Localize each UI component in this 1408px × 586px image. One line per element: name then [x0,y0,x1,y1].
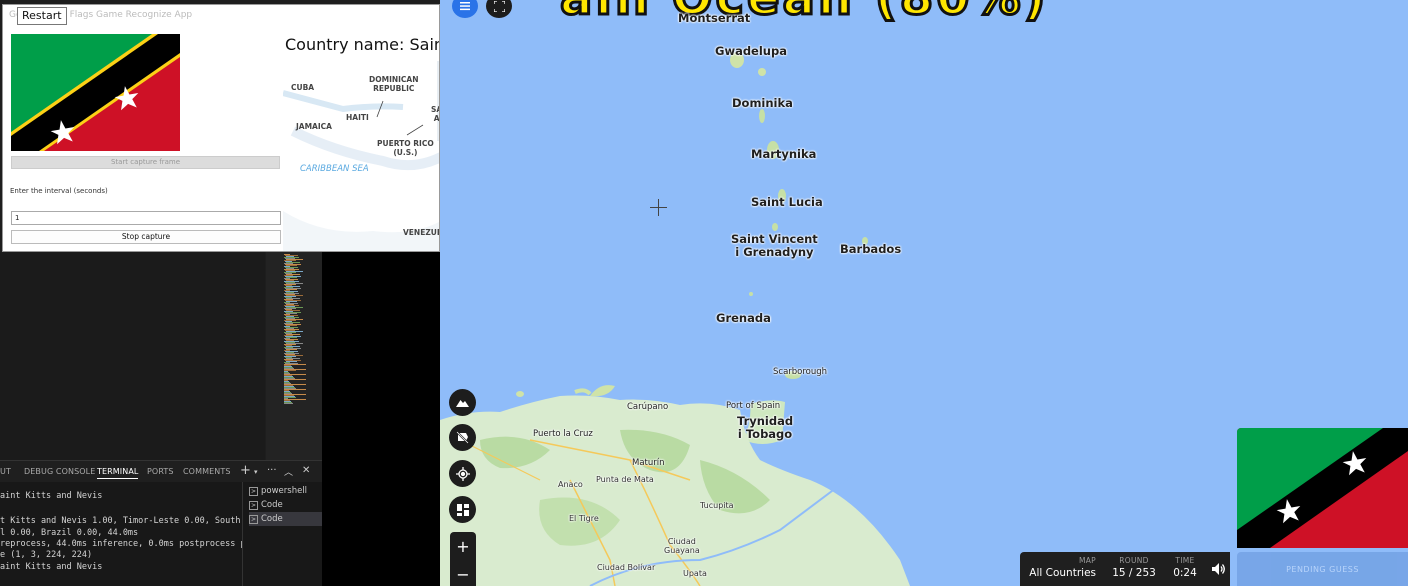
tab-terminal[interactable]: TERMINAL [97,467,139,479]
map-label-scarborough: Scarborough [773,367,828,377]
info-map-value: All Countries [1029,567,1096,579]
map-label-puerto-rico: PUERTO RICO (U.S.) [377,139,434,157]
volume-icon[interactable] [1206,552,1230,586]
blank-area [322,460,440,586]
info-time: TIME 0:24 [1168,556,1202,579]
info-time-label: TIME [1175,556,1195,565]
info-round-label: ROUND [1119,556,1149,565]
map-label-maturin: Maturín [632,458,665,468]
map-label-jamaica: JAMAICA [296,122,332,131]
map-label-montserrat: Montserrat [678,11,751,25]
interval-label: Enter the interval (seconds) [10,187,108,195]
map-label-caribbean-sea: CARIBBEAN SEA [300,164,369,174]
editor-minimap[interactable] [266,252,322,460]
terminal-line: e (1, 3, 224, 224) [0,550,93,560]
info-time-value: 0:24 [1173,567,1197,579]
map-label-grenada: Grenada [716,311,771,325]
tab-ports[interactable]: PORTS [147,467,174,476]
terminal-item-label: Code [261,500,283,510]
map-label-dominican-republic: DOMINICAN REPUBLIC [369,75,419,93]
tab-output[interactable]: UT [0,467,11,476]
game-map[interactable]: ain Ocean (80%) Montserrat Gwadelupa Dom… [440,0,1408,586]
map-label-trynidad: Trynidad i Tobago [737,414,794,441]
chevron-down-icon[interactable]: ▾ [254,468,258,476]
close-panel-icon[interactable]: ✕ [302,465,310,476]
map-label-puerto-la-cruz: Puerto la Cruz [533,429,593,439]
captured-map-preview: CUBA DOMINICAN REPUBLIC HAITI JAMAICA PU… [283,61,440,251]
terminal-item-code[interactable]: > Code [249,498,323,512]
info-map-label: MAP [1078,556,1096,565]
tab-comments[interactable]: COMMENTS [183,467,231,476]
terminal-item-code-selected[interactable]: > Code [249,512,323,526]
locate-icon[interactable] [449,460,476,487]
terminal-line: aint Kitts and Nevis [0,562,103,572]
crosshair-cursor [650,199,667,216]
map-label-sa: SA A [431,105,440,123]
map-label-venezuela: VENEZUELA [403,228,439,237]
terminal-icon: > [249,500,258,510]
map-label-el-tigre: El Tigre [569,514,599,523]
info-round-value: 15 / 253 [1112,567,1156,579]
terminal-line: reprocess, 44.0ms inference, 0.0ms postp… [0,539,251,549]
terminal-line: aint Kitts and Nevis [0,491,103,501]
terminal-item-label: powershell [261,486,308,496]
restart-tooltip: Restart [17,7,67,25]
terminal-list: > powershell > Code > Code [242,482,323,586]
terrain-icon[interactable] [449,389,476,416]
start-capture-frame-button[interactable]: Start capture frame [11,156,280,169]
map-label-anaco: Anaco [558,480,583,489]
zoom-out-button[interactable]: − [450,560,476,586]
map-label-saint-lucia: Saint Lucia [751,195,823,209]
map-label-carupano: Carúpano [627,402,669,412]
terminal-output[interactable]: aint Kitts and Nevis t Kitts and Nevis 1… [0,482,251,586]
country-name-label: Country name: Saint [285,35,440,54]
map-label-port-of-spain: Port of Spain [726,401,781,411]
maximize-panel-icon[interactable]: ︿ [284,465,293,478]
stop-capture-button[interactable]: Stop capture [11,230,281,244]
layers-icon[interactable] [449,496,476,523]
map-label-tucupita: Tucupita [700,501,734,510]
map-label-cuba: CUBA [291,83,315,92]
terminal-line: t Kitts and Nevis 1.00, Timor-Leste 0.00… [0,516,251,526]
flag-recognizer-window: Geo Guesser Flags Game Recognize App Sta… [2,4,440,252]
terminal-icon: > [249,486,258,496]
more-actions-icon[interactable]: ··· [267,465,277,476]
editor-area [0,252,265,460]
terminal-icon: > [249,514,258,524]
hide-labels-icon[interactable] [449,424,476,451]
overlay-title-text: ain Ocean (80%) [559,0,1049,28]
guess-button[interactable]: PENDING GUESS [1237,552,1408,586]
tab-debug-console[interactable]: DEBUG CONSOLE [24,467,95,476]
map-label-barbados: Barbados [840,242,902,256]
new-terminal-icon[interactable]: + [240,463,251,478]
target-flag-image [1237,428,1408,548]
detected-flag-image [11,34,180,151]
interval-input[interactable]: 1 [11,211,281,225]
zoom-in-button[interactable]: + [450,532,476,560]
map-label-ciudad-bolivar: Ciudad Bolívar [597,563,656,572]
terminal-item-powershell[interactable]: > powershell [249,484,323,498]
info-round: ROUND 15 / 253 [1108,556,1160,579]
map-label-upata: Upata [683,569,707,578]
map-label-gwadelupa: Gwadelupa [715,44,787,58]
editor-blank-area [322,252,440,460]
terminal-line: l 0.00, Brazil 0.00, 44.0ms [0,528,139,538]
map-label-dominika: Dominika [732,96,793,110]
terminal-item-label: Code [261,514,283,524]
map-label-ciudad-guayana: Ciudad Guayana [664,537,700,555]
info-map: MAP All Countries [1026,556,1096,579]
map-label-haiti: HAITI [346,113,369,122]
map-label-saint-vincent: Saint Vincent i Grenadyny [731,232,818,259]
game-info-bar: MAP All Countries ROUND 15 / 253 TIME 0:… [1020,552,1230,586]
map-label-punta-de-mata: Punta de Mata [596,475,654,484]
minimap-line [284,403,293,404]
map-label-martynika: Martynika [751,147,817,161]
panel-tab-bar: UT DEBUG CONSOLE TERMINAL PORTS COMMENTS… [0,460,322,482]
